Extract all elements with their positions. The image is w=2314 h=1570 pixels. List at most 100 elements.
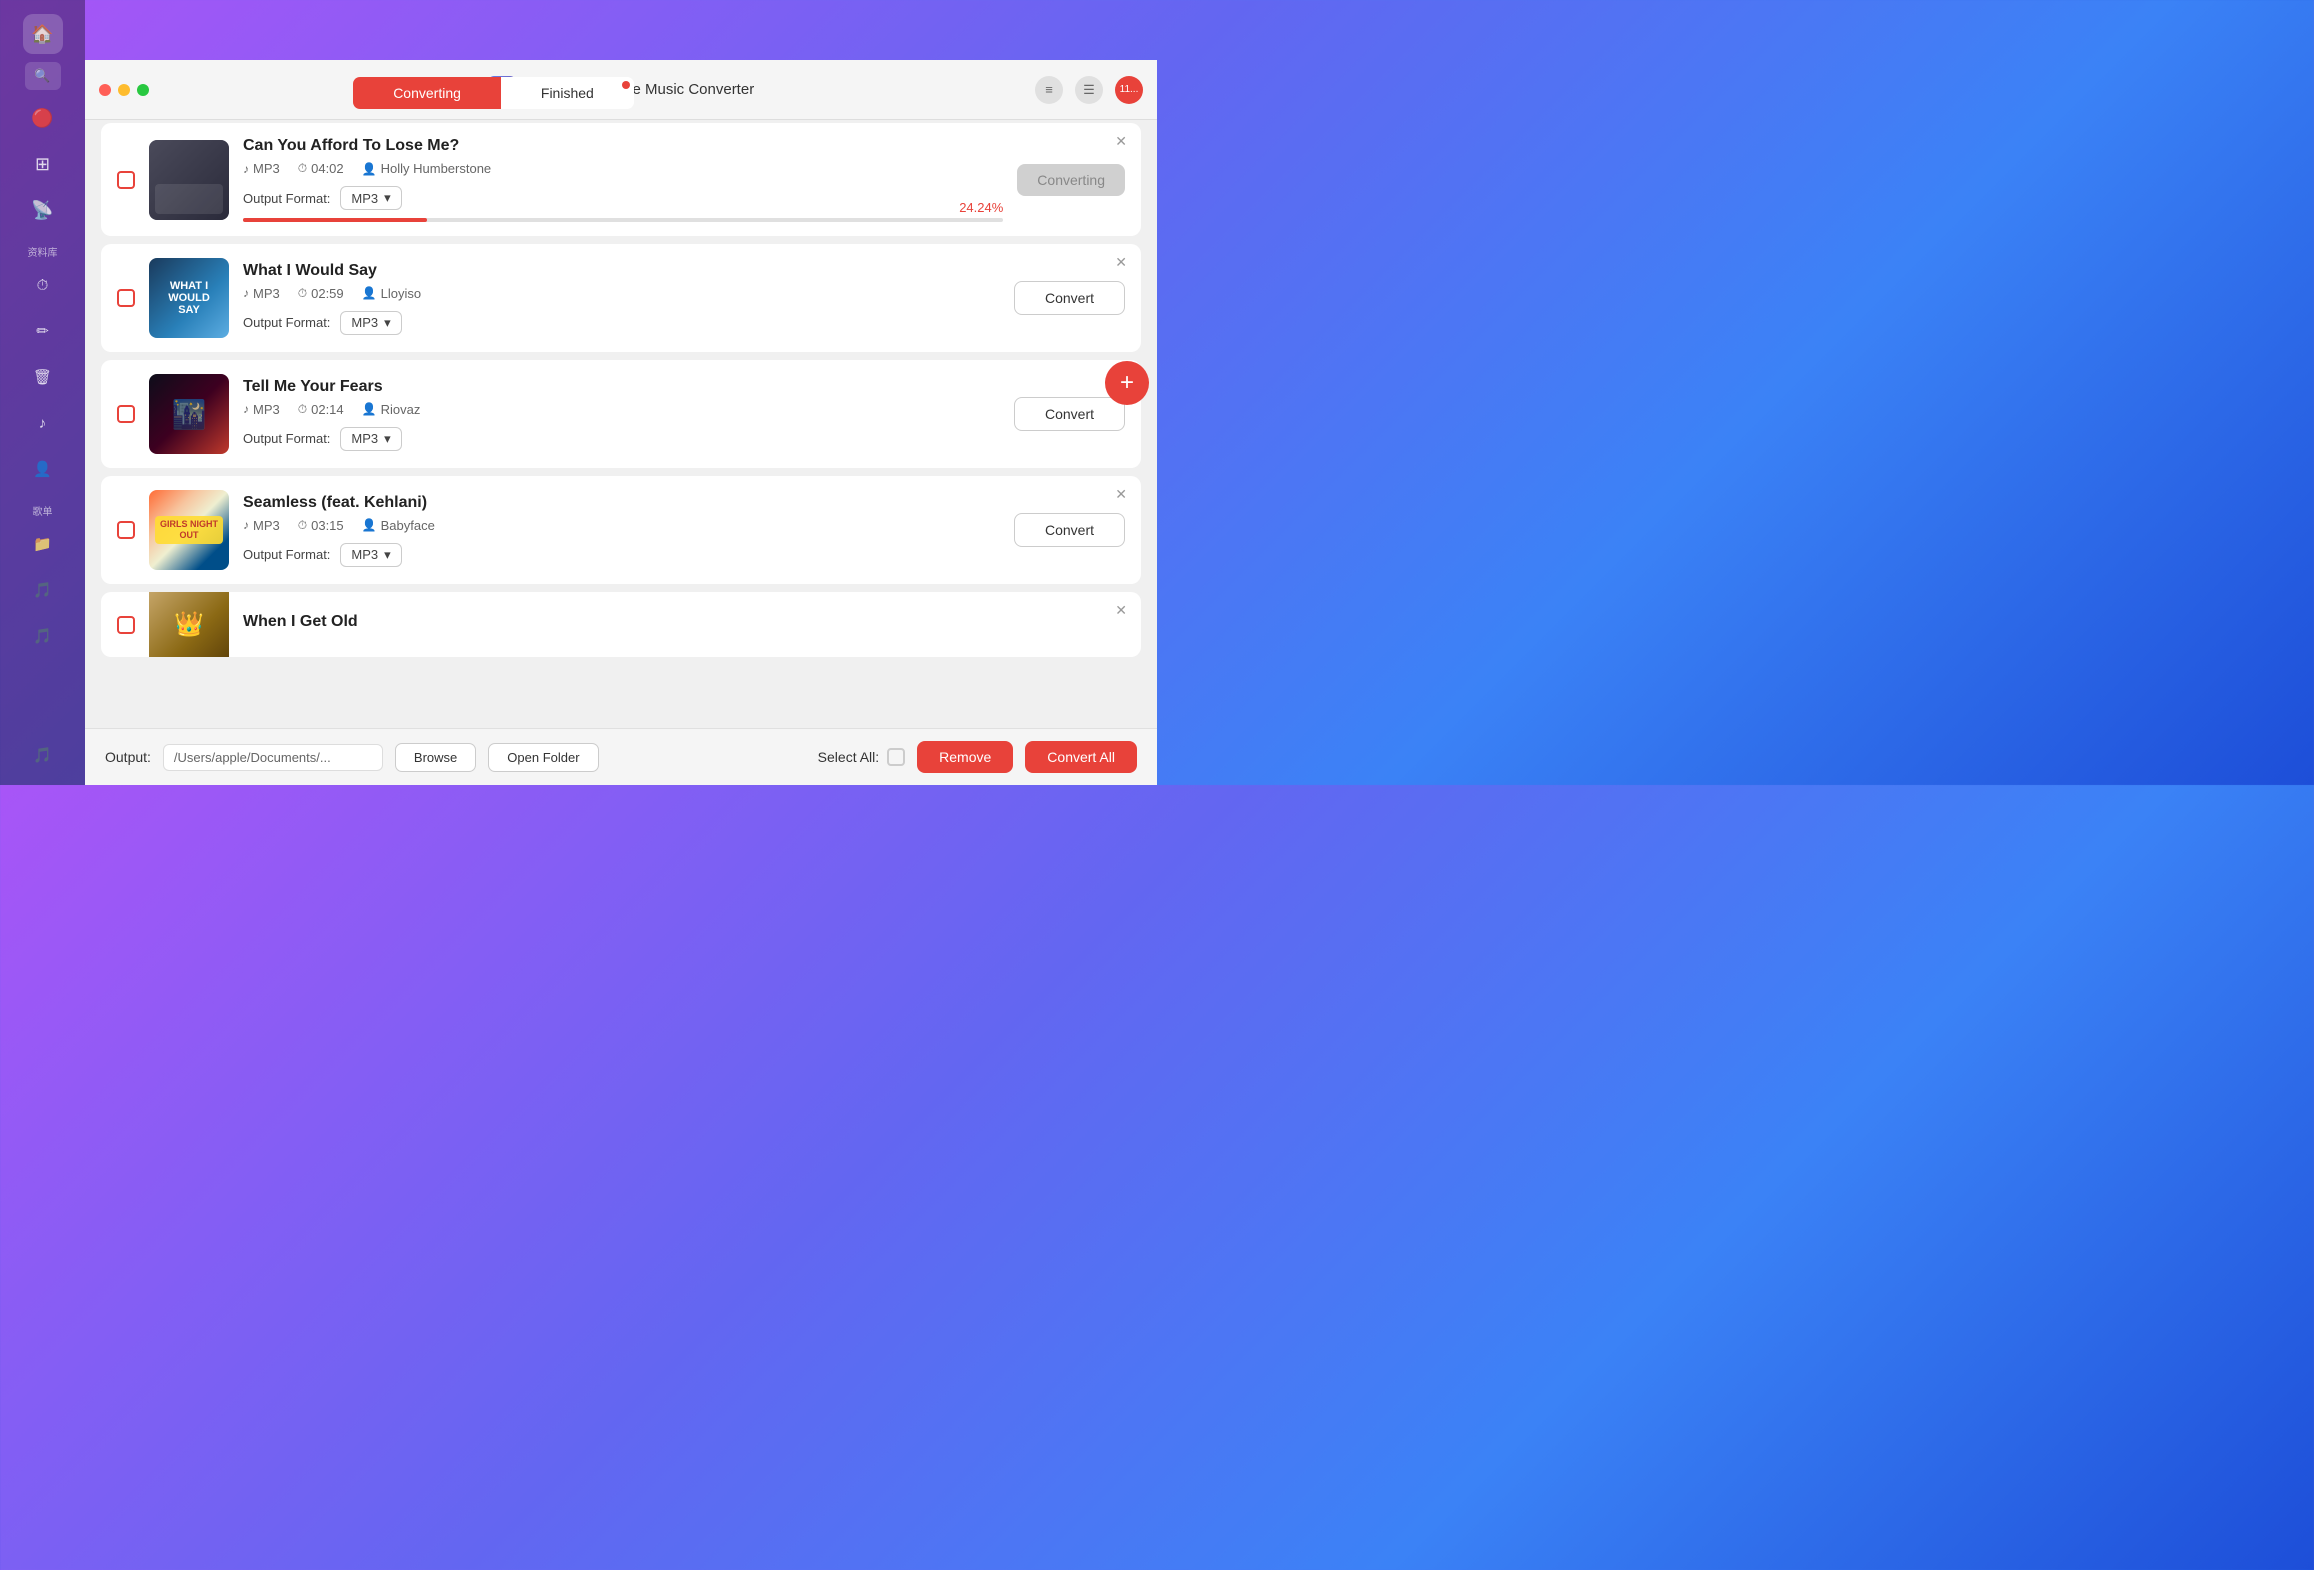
chevron-down-icon-3: ▾ [384, 431, 391, 447]
checkbox-song-5[interactable] [117, 616, 135, 634]
song-info-5: When I Get Old [243, 613, 1125, 637]
format-row-3: Output Format: MP3 ▾ [243, 427, 1000, 451]
format-row-1: Output Format: MP3 ▾ [243, 186, 1003, 210]
close-song-2[interactable]: ✕ [1115, 254, 1127, 271]
convert-all-button[interactable]: Convert All [1025, 741, 1137, 773]
chevron-down-icon-2: ▾ [384, 315, 391, 331]
person-icon-4: 👤 [362, 518, 377, 532]
song-artist-3: 👤 Riovaz [362, 402, 421, 417]
close-song-5[interactable]: ✕ [1115, 602, 1127, 619]
close-song-1[interactable]: ✕ [1115, 133, 1127, 150]
output-format-select-3[interactable]: MP3 ▾ [340, 427, 401, 451]
person-icon-3: 👤 [362, 402, 377, 416]
checkbox-song-4[interactable] [117, 521, 135, 539]
song-title-2: What I Would Say [243, 262, 1000, 280]
person-icon-2: 👤 [362, 286, 377, 300]
maximize-btn[interactable] [137, 84, 149, 96]
sidebar-user[interactable]: 👤 [23, 449, 63, 489]
song-artist-4: 👤 Babyface [362, 518, 435, 533]
output-format-label-1: Output Format: [243, 191, 330, 206]
remove-button[interactable]: Remove [917, 741, 1013, 773]
sidebar-grid[interactable]: ⊞ [23, 144, 63, 184]
song-title-3: Tell Me Your Fears [243, 378, 1000, 396]
song-card-5: ✕ 👑 When I Get Old [101, 592, 1141, 657]
sidebar-note2[interactable]: 🎵 [23, 616, 63, 656]
song-meta-4: ♪ MP3 ⏱ 03:15 👤 Babyface [243, 518, 1000, 533]
tab-converting[interactable]: Converting [353, 77, 501, 109]
browse-button[interactable]: Browse [395, 743, 476, 772]
checkbox-song-3[interactable] [117, 405, 135, 423]
person-icon-1: 👤 [362, 162, 377, 176]
song-art-1 [149, 140, 229, 220]
clock-icon-2: ⏱ [298, 286, 307, 301]
progress-container-1: 24.24% [243, 218, 1003, 222]
music-note-icon-2: ♪ [243, 286, 249, 300]
tab-finished[interactable]: Finished [501, 77, 634, 109]
song-format-3: ♪ MP3 [243, 402, 280, 417]
output-format-select-2[interactable]: MP3 ▾ [340, 311, 401, 335]
sidebar-radio[interactable]: 🔴 [23, 98, 63, 138]
chevron-down-icon-4: ▾ [384, 547, 391, 563]
music-note-icon-3: ♪ [243, 402, 249, 416]
finished-notification [622, 81, 630, 89]
output-format-label-3: Output Format: [243, 431, 330, 446]
sidebar-broadcast[interactable]: 📡 [23, 190, 63, 230]
chevron-down-icon-1: ▾ [384, 190, 391, 206]
convert-button-4[interactable]: Convert [1014, 513, 1125, 547]
music-note-icon-1: ♪ [243, 162, 249, 176]
song-art-4: GIRLS NIGHTOUT [149, 490, 229, 570]
close-btn[interactable] [99, 84, 111, 96]
song-format-2: ♪ MP3 [243, 286, 280, 301]
open-folder-button[interactable]: Open Folder [488, 743, 598, 772]
plus-icon: + [1120, 371, 1134, 395]
sidebar-section-label: 资料库 [28, 244, 58, 259]
tab-group: Converting Finished [352, 76, 635, 110]
select-all-checkbox[interactable] [887, 748, 905, 766]
song-title-4: Seamless (feat. Kehlani) [243, 494, 1000, 512]
sidebar-note1[interactable]: 🎵 [23, 570, 63, 610]
song-info-3: Tell Me Your Fears ♪ MP3 ⏱ 02:14 👤 Riov [243, 378, 1000, 451]
minimize-btn[interactable] [118, 84, 130, 96]
sidebar-music[interactable]: ♪ [23, 403, 63, 443]
checkbox-song-1[interactable] [117, 171, 135, 189]
playlist-icon[interactable]: ≡ [1035, 76, 1063, 104]
song-art-3: 🌃 [149, 374, 229, 454]
output-label: Output: [105, 749, 151, 765]
song-card-4: ✕ GIRLS NIGHTOUT Seamless (feat. Kehlani… [101, 476, 1141, 584]
output-format-select-4[interactable]: MP3 ▾ [340, 543, 401, 567]
song-meta-3: ♪ MP3 ⏱ 02:14 👤 Riovaz [243, 402, 1000, 417]
song-info-2: What I Would Say ♪ MP3 ⏱ 02:59 👤 Lloyis [243, 262, 1000, 335]
song-info-4: Seamless (feat. Kehlani) ♪ MP3 ⏱ 03:15 👤 [243, 494, 1000, 567]
song-artist-1: 👤 Holly Humberstone [362, 161, 492, 176]
converter-dialog: 🎵 TunesBank Apple Music Converter ≡ ☰ 11… [85, 60, 1157, 785]
checkbox-song-2[interactable] [117, 289, 135, 307]
sidebar-home[interactable]: 🏠 [23, 14, 63, 54]
song-meta-1: ♪ MP3 ⏱ 04:02 👤 Holly Humberstone [243, 161, 1003, 176]
song-card-2: ✕ WHAT IWOULDSAY What I Would Say ♪ MP3 … [101, 244, 1141, 352]
close-song-4[interactable]: ✕ [1115, 486, 1127, 503]
output-format-label-2: Output Format: [243, 315, 330, 330]
song-meta-2: ♪ MP3 ⏱ 02:59 👤 Lloyiso [243, 286, 1000, 301]
avatar[interactable]: 11... [1115, 76, 1143, 104]
clock-icon-3: ⏱ [298, 402, 307, 417]
sidebar-search[interactable]: 🔍 [25, 62, 61, 90]
menu-icon[interactable]: ☰ [1075, 76, 1103, 104]
progress-track-1 [243, 218, 1003, 222]
sidebar-folder[interactable]: 📁 [23, 524, 63, 564]
song-duration-4: ⏱ 03:15 [298, 518, 344, 533]
sidebar-edit[interactable]: ✏ [23, 311, 63, 351]
add-button[interactable]: + [1105, 361, 1149, 405]
convert-button-2[interactable]: Convert [1014, 281, 1125, 315]
song-info-1: Can You Afford To Lose Me? ♪ MP3 ⏱ 04:02… [243, 137, 1003, 222]
converting-button-1: Converting [1017, 164, 1125, 196]
song-format-1: ♪ MP3 [243, 161, 280, 176]
select-all-label: Select All: [818, 749, 879, 765]
song-artist-2: 👤 Lloyiso [362, 286, 421, 301]
output-format-select-1[interactable]: MP3 ▾ [340, 186, 401, 210]
output-format-label-4: Output Format: [243, 547, 330, 562]
sidebar-note3[interactable]: 🎵 [23, 735, 63, 775]
sidebar-history[interactable]: ⏱ [23, 265, 63, 305]
sidebar-delete[interactable]: 🗑 [23, 357, 63, 397]
select-all-group: Select All: [818, 748, 905, 766]
song-art-2: WHAT IWOULDSAY [149, 258, 229, 338]
